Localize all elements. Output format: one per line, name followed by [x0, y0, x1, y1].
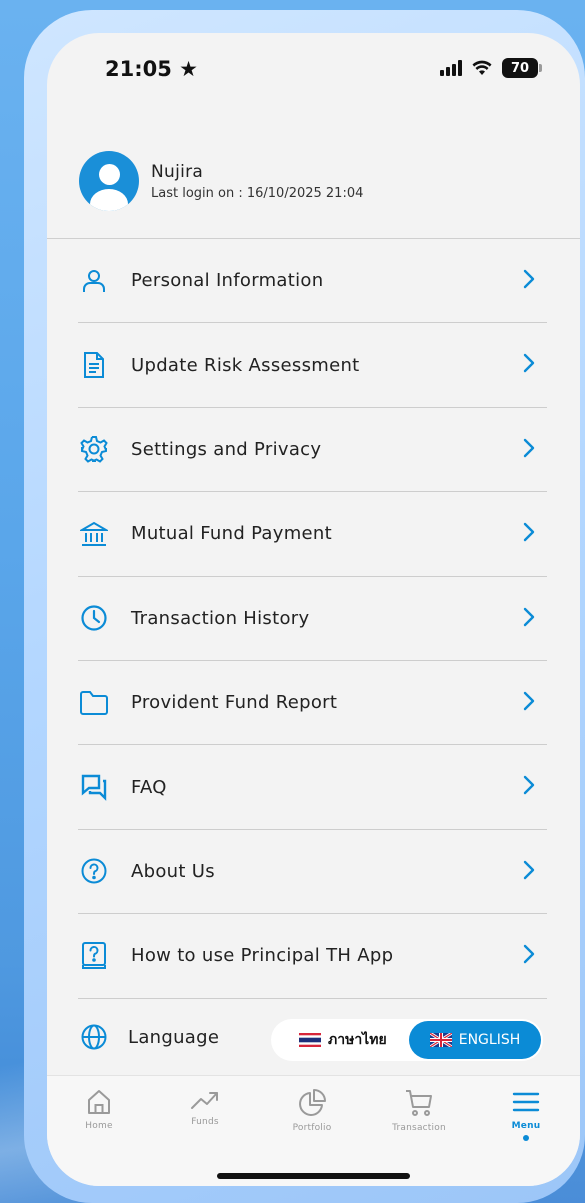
profile-text: Nujira Last login on : 16/10/2025 21:04	[151, 162, 363, 201]
status-time-text: 21:05	[105, 57, 172, 81]
nav-portfolio[interactable]: Portfolio	[272, 1088, 352, 1133]
gear-icon	[78, 433, 110, 465]
menu-item-mutual-fund-payment[interactable]: Mutual Fund Payment	[78, 492, 547, 577]
menu-item-label: How to use Principal TH App	[131, 945, 394, 967]
chat-icon	[78, 771, 110, 803]
profile-name: Nujira	[151, 161, 204, 182]
nav-transaction-label: Transaction	[392, 1123, 446, 1133]
signal-icon	[440, 60, 462, 76]
phone-screen: 21:05 ★ 70 Nujira Last login on : 16/10/…	[47, 33, 580, 1186]
avatar	[79, 151, 139, 211]
status-bar: 21:05 ★ 70	[47, 33, 580, 103]
thai-language-option[interactable]: ภาษาไทย	[299, 1029, 387, 1051]
battery-level: 70	[510, 60, 530, 76]
nav-home[interactable]: Home	[59, 1088, 139, 1131]
nav-menu-label: Menu	[511, 1121, 541, 1131]
battery-icon: 70	[502, 58, 542, 78]
menu-item-faq[interactable]: FAQ	[78, 745, 547, 830]
menu-item-about-us[interactable]: About Us	[78, 830, 547, 915]
english-language-option[interactable]: ENGLISH	[409, 1021, 541, 1059]
menu-item-label: FAQ	[131, 776, 167, 798]
bottom-nav: Home Funds Portfolio Transaction Menu	[47, 1075, 580, 1186]
question-icon	[78, 855, 110, 887]
chevron-right-icon	[523, 607, 535, 626]
star-icon: ★	[179, 57, 198, 81]
chevron-right-icon	[523, 691, 535, 711]
menu-item-transaction-history[interactable]: Transaction History	[78, 577, 547, 661]
pie-chart-icon	[299, 1089, 326, 1116]
menu-item-provident-fund-report[interactable]: Provident Fund Report	[78, 661, 547, 746]
help-book-icon	[78, 940, 110, 972]
nav-menu[interactable]: Menu	[486, 1088, 566, 1141]
chevron-right-icon	[523, 522, 535, 542]
menu-item-label: Update Risk Assessment	[131, 354, 360, 376]
home-indicator	[217, 1173, 410, 1179]
nav-funds-label: Funds	[191, 1117, 219, 1127]
wifi-icon	[472, 60, 492, 75]
chevron-right-icon	[523, 776, 535, 795]
chevron-right-icon	[523, 944, 535, 964]
menu-item-settings-and-privacy[interactable]: Settings and Privacy	[78, 408, 547, 493]
chevron-right-icon	[523, 269, 535, 289]
uk-flag-icon	[429, 1033, 452, 1047]
thai-language-label: ภาษาไทย	[328, 1032, 387, 1048]
menu-item-label: Settings and Privacy	[131, 438, 322, 460]
status-indicators: 70	[440, 58, 542, 78]
menu-item-label: Mutual Fund Payment	[131, 523, 332, 545]
chevron-right-icon	[523, 354, 535, 373]
menu-item-personal-information[interactable]: Personal Information	[78, 239, 547, 324]
language-label: Language	[128, 1026, 220, 1048]
last-login: Last login on : 16/10/2025 21:04	[151, 185, 364, 201]
chevron-right-icon	[523, 860, 535, 879]
menu-item-label: Personal Information	[131, 270, 324, 292]
person-icon	[78, 265, 110, 297]
nav-home-label: Home	[85, 1121, 113, 1131]
trend-icon	[191, 1092, 218, 1109]
menu-item-update-risk-assessment[interactable]: Update Risk Assessment	[78, 323, 547, 408]
menu-item-label: Transaction History	[131, 607, 310, 629]
nav-transaction[interactable]: Transaction	[379, 1088, 459, 1133]
chevron-right-icon	[523, 438, 535, 457]
menu-item-how-to-use[interactable]: How to use Principal TH App	[78, 914, 547, 999]
menu-item-label: About Us	[131, 860, 215, 882]
clock-icon	[78, 602, 110, 634]
menu-item-label: Provident Fund Report	[131, 692, 338, 714]
cart-icon	[406, 1090, 432, 1116]
status-time: 21:05 ★	[105, 57, 198, 81]
nav-portfolio-label: Portfolio	[292, 1123, 332, 1133]
nav-funds[interactable]: Funds	[165, 1088, 245, 1127]
profile-header: Nujira Last login on : 16/10/2025 21:04	[79, 151, 363, 211]
bank-icon	[78, 518, 110, 550]
document-icon	[78, 349, 110, 381]
home-icon	[88, 1090, 110, 1114]
language-row: Language ภาษาไทย ENGLISH	[78, 999, 547, 1075]
globe-icon	[78, 1021, 110, 1053]
active-indicator	[523, 1135, 529, 1141]
english-language-label: ENGLISH	[458, 1032, 521, 1048]
folder-icon	[78, 687, 110, 719]
thai-flag-icon	[299, 1033, 321, 1047]
menu-list: Personal Information Update Risk Assessm…	[78, 239, 547, 999]
language-switch: ภาษาไทย ENGLISH	[271, 1019, 543, 1061]
menu-icon	[512, 1092, 540, 1112]
